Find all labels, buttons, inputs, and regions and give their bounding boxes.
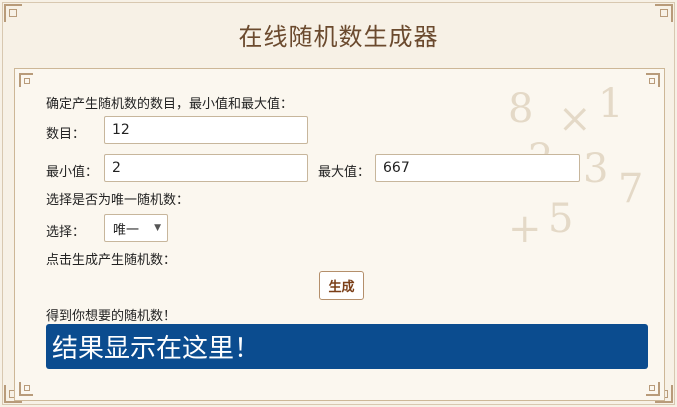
unique-prompt: 选择是否为唯一随机数： bbox=[46, 193, 190, 208]
panel-corner-ornament bbox=[19, 73, 33, 87]
count-input[interactable] bbox=[104, 116, 308, 144]
page-title: 在线随机数生成器 bbox=[238, 22, 439, 51]
select-label: 选择： bbox=[46, 225, 86, 240]
result-display: 结果显示在这里！ bbox=[46, 324, 648, 369]
select-value: 唯一 bbox=[113, 222, 140, 238]
chevron-down-icon: ▼ bbox=[154, 223, 161, 233]
max-label: 最大值： bbox=[318, 165, 371, 180]
generate-button[interactable]: 生成 bbox=[319, 271, 364, 300]
intro-label: 确定产生随机数的数目，最小值和最大值： bbox=[46, 97, 294, 112]
panel-corner-ornament bbox=[646, 73, 660, 87]
max-input[interactable] bbox=[375, 154, 580, 182]
min-input[interactable] bbox=[104, 154, 308, 182]
unique-select[interactable]: 唯一 ▼ bbox=[104, 214, 168, 242]
generate-prompt: 点击生成产生随机数： bbox=[46, 253, 177, 268]
min-label: 最小值： bbox=[46, 165, 99, 180]
panel-corner-ornament bbox=[19, 382, 33, 396]
page-header: 在线随机数生成器 bbox=[0, 0, 677, 68]
count-label: 数目： bbox=[46, 127, 86, 142]
panel-corner-ornament bbox=[646, 382, 660, 396]
result-prompt: 得到你想要的随机数！ bbox=[46, 309, 177, 324]
